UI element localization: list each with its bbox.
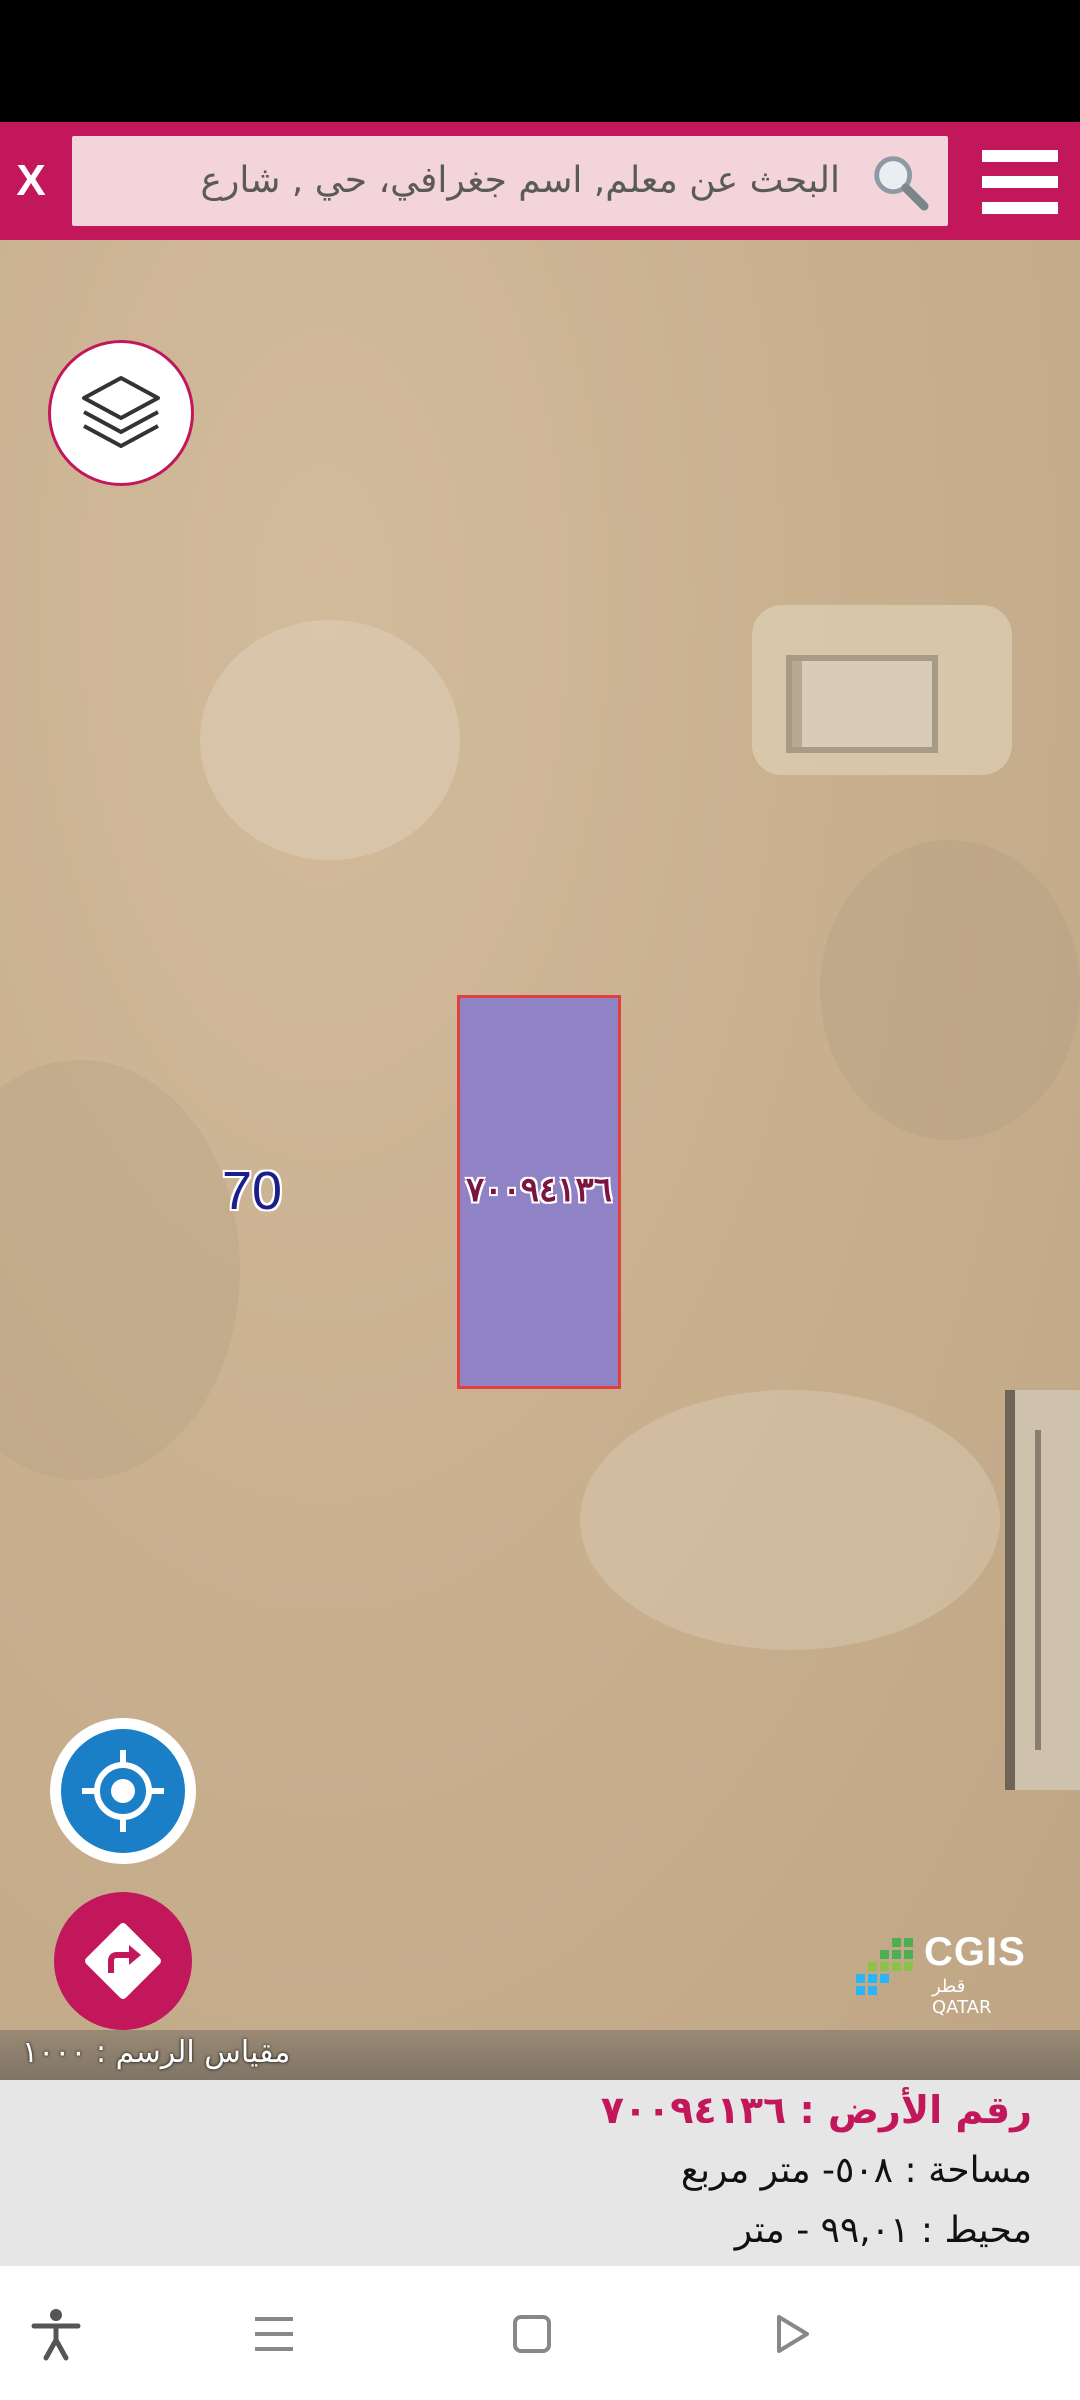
locate-button[interactable] [50,1718,196,1864]
layers-button[interactable] [48,340,194,486]
recent-apps-button[interactable] [234,2294,314,2374]
close-icon: X [16,156,46,205]
search-placeholder: البحث عن معلم, اسم جغرافي، حي , شارع [200,160,840,201]
parcel-number-label: ٧٠٠٩٤١٣٦ [465,1171,613,1209]
directions-icon [85,1923,161,1999]
back-icon [777,2315,809,2353]
map-view[interactable]: ٧٠٠٩٤١٣٦ 70 CGIS قطر QATAR مقياس الرسم:… [0,240,1080,2080]
home-button[interactable] [492,2294,572,2374]
sand-patch [200,620,460,860]
directions-button[interactable] [54,1892,192,2030]
cgis-logo: CGIS قطر QATAR [852,1930,1025,2018]
zone-number-label: 70 [222,1161,283,1221]
building [786,655,938,753]
structure [1005,1390,1080,1790]
locate-icon [82,1750,164,1832]
parcel-area: مساحة : ٥٠٨- متر مربع [680,2150,1032,2191]
parcel-info-panel: رقم الأرض : ٧٠٠٩٤١٣٦ مساحة : ٥٠٨- متر مر… [0,2080,1080,2266]
menu-icon[interactable] [982,144,1058,220]
sand-patch [0,1060,240,1480]
close-button[interactable]: X [0,122,62,240]
accessibility-button[interactable] [16,2294,96,2374]
parcel-perimeter: محيط : ٩٩,٠١ - متر [734,2210,1032,2251]
search-icon [874,156,929,211]
home-icon [513,2315,551,2353]
layers-icon [82,376,160,448]
system-nav-bar [0,2266,1080,2400]
sand-patch [820,840,1080,1140]
search-input[interactable]: البحث عن معلم, اسم جغرافي، حي , شارع [72,136,948,226]
map-scale: مقياس الرسم : ١٠٠٠ [22,2035,291,2070]
accessibility-icon [31,2309,81,2361]
cgis-logo-text: CGIS [924,1930,1026,1974]
sand-patch [580,1390,1000,1650]
parcel-number: رقم الأرض : ٧٠٠٩٤١٣٦ [600,2088,1032,2132]
cgis-logo-icon [856,1938,913,1995]
recent-apps-icon [255,2317,293,2351]
back-button[interactable] [750,2294,830,2374]
status-bar [0,0,1080,122]
cgis-logo-subtext: قطر QATAR [932,1976,992,2018]
top-bar: X البحث عن معلم, اسم جغرافي، حي , شارع [0,122,1080,240]
